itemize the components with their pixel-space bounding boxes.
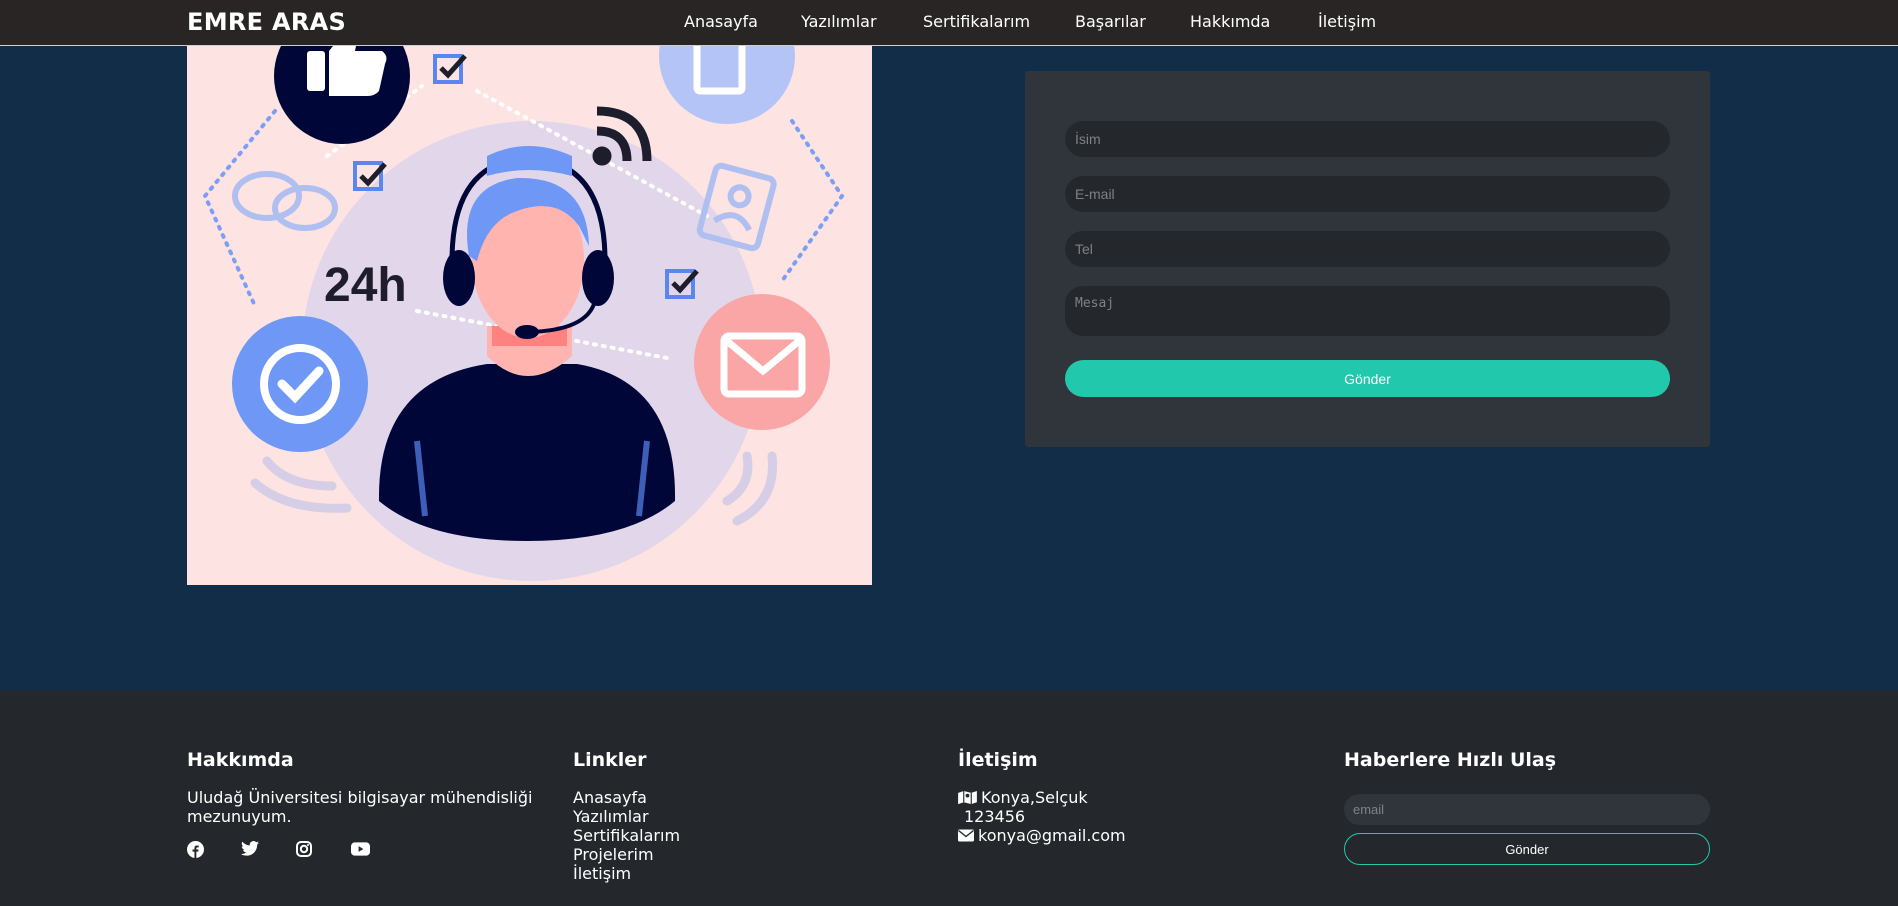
footer-links: Linkler Anasayfa Yazılımlar Sertifikalar… bbox=[573, 749, 873, 883]
footer-link-yazilimlar[interactable]: Yazılımlar bbox=[573, 807, 873, 826]
instagram-icon[interactable] bbox=[296, 841, 314, 859]
newsletter-submit-button[interactable]: Gönder bbox=[1344, 833, 1710, 865]
support-illustration: 24h bbox=[187, 46, 872, 585]
name-input[interactable] bbox=[1065, 121, 1670, 157]
contact-form: Gönder bbox=[1025, 71, 1710, 447]
footer-newsletter-title: Haberlere Hızlı Ulaş bbox=[1344, 749, 1557, 771]
footer-newsletter: Haberlere Hızlı Ulaş Gönder bbox=[1344, 749, 1710, 879]
footer-contact: İletişim Konya,Selçuk 123456 konya@gmail… bbox=[958, 749, 1278, 845]
address-text: Konya,Selçuk bbox=[981, 788, 1088, 807]
submit-button[interactable]: Gönder bbox=[1065, 360, 1670, 397]
nav-item-basarilar[interactable]: Başarılar bbox=[1075, 12, 1146, 31]
nav-item-iletisim[interactable]: İletişim bbox=[1318, 12, 1376, 31]
facebook-icon[interactable] bbox=[187, 841, 205, 859]
footer-about-title: Hakkımda bbox=[187, 749, 294, 771]
footer-link-anasayfa[interactable]: Anasayfa bbox=[573, 788, 873, 807]
footer-links-title: Linkler bbox=[573, 749, 647, 771]
phone-text: 123456 bbox=[964, 807, 1026, 826]
footer-link-sertifikalarim[interactable]: Sertifikalarım bbox=[573, 826, 873, 845]
email-input[interactable] bbox=[1065, 176, 1670, 212]
map-icon bbox=[958, 790, 977, 805]
footer: Hakkımda Uludağ Üniversitesi bilgisayar … bbox=[0, 690, 1898, 906]
address-line: Konya,Selçuk bbox=[958, 788, 1278, 807]
footer-about: Hakkımda Uludağ Üniversitesi bilgisayar … bbox=[187, 749, 557, 826]
24h-badge: 24h bbox=[324, 259, 407, 312]
nav-item-sertifikalarim[interactable]: Sertifikalarım bbox=[923, 12, 1030, 31]
twitter-icon[interactable] bbox=[241, 841, 259, 859]
nav-item-yazilimlar[interactable]: Yazılımlar bbox=[801, 12, 877, 31]
newsletter-email-input[interactable] bbox=[1344, 794, 1710, 825]
footer-link-iletisim[interactable]: İletişim bbox=[573, 864, 873, 883]
footer-link-projelerim[interactable]: Projelerim bbox=[573, 845, 873, 864]
nav-item-hakkimda[interactable]: Hakkımda bbox=[1190, 12, 1270, 31]
footer-about-text: Uludağ Üniversitesi bilgisayar mühendisl… bbox=[187, 788, 533, 826]
youtube-icon[interactable] bbox=[351, 841, 370, 859]
email-text[interactable]: konya@gmail.com bbox=[978, 826, 1126, 845]
message-textarea[interactable] bbox=[1065, 286, 1670, 336]
customer-support-graphic: 24h bbox=[202, 46, 845, 581]
phone-line: 123456 bbox=[958, 807, 1278, 826]
chat-icon bbox=[232, 171, 338, 231]
phone-input[interactable] bbox=[1065, 231, 1670, 267]
email-line: konya@gmail.com bbox=[958, 826, 1278, 845]
brand-logo[interactable]: EMRE ARAS bbox=[187, 8, 346, 36]
nav-item-anasayfa[interactable]: Anasayfa bbox=[684, 12, 758, 31]
thumbs-up-icon bbox=[307, 46, 387, 96]
footer-contact-title: İletişim bbox=[958, 749, 1038, 771]
envelope-icon bbox=[958, 829, 974, 842]
navbar: EMRE ARAS Anasayfa Yazılımlar Sertifikal… bbox=[0, 0, 1898, 46]
